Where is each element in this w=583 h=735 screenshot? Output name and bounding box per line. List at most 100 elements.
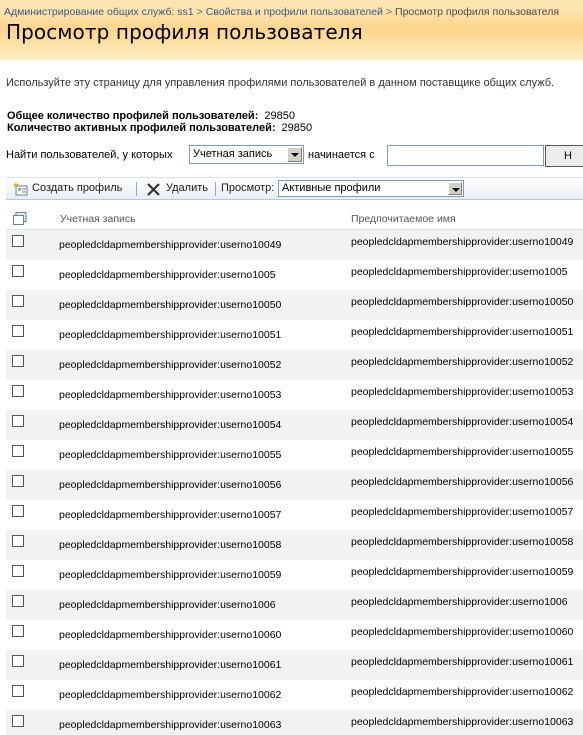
row-checkbox[interactable] bbox=[12, 655, 24, 667]
dropdown-arrow-icon[interactable] bbox=[448, 182, 462, 195]
preferred-name-cell: peopledcldapmembershipprovider:userno100… bbox=[351, 536, 574, 548]
account-cell[interactable]: peopledcldapmembershipprovider:userno100… bbox=[59, 659, 281, 671]
row-checkbox[interactable] bbox=[12, 385, 24, 397]
account-cell[interactable]: peopledcldapmembershipprovider:userno100… bbox=[59, 299, 281, 311]
preferred-name-cell: peopledcldapmembershipprovider:userno100… bbox=[351, 326, 574, 338]
row-checkbox[interactable] bbox=[12, 595, 24, 607]
row-checkbox[interactable] bbox=[12, 445, 24, 457]
table-row: peopledcldapmembershipprovider:userno100… bbox=[6, 560, 583, 590]
profiles-table: Учетная запись Предпочитаемое имя people… bbox=[6, 206, 583, 735]
table-row: peopledcldapmembershipprovider:userno100… bbox=[6, 320, 583, 350]
new-profile-icon[interactable] bbox=[13, 182, 29, 196]
search-input[interactable] bbox=[387, 145, 544, 166]
active-profiles-value: 29850 bbox=[281, 122, 313, 134]
toolbar-divider bbox=[215, 182, 216, 196]
account-cell[interactable]: peopledcldapmembershipprovider:userno100… bbox=[59, 509, 281, 521]
table-row: peopledcldapmembershipprovider:userno100… bbox=[6, 500, 583, 530]
row-checkbox[interactable] bbox=[12, 235, 24, 247]
view-label: Просмотр: bbox=[221, 182, 275, 194]
total-profiles-label: Общее количество профилей пользователей: bbox=[7, 110, 259, 122]
table-row: peopledcldapmembershipprovider:userno100… bbox=[6, 470, 583, 500]
toolbar-divider bbox=[136, 182, 137, 196]
preferred-name-cell: peopledcldapmembershipprovider:userno100… bbox=[351, 656, 574, 668]
table-row: peopledcldapmembershipprovider:userno100… bbox=[6, 440, 583, 470]
select-all-icon[interactable] bbox=[13, 212, 27, 225]
breadcrumb-separator: > bbox=[196, 6, 203, 18]
search-label: Найти пользователей, у которых bbox=[6, 149, 173, 161]
preferred-name-cell: peopledcldapmembershipprovider:userno100… bbox=[351, 236, 574, 248]
row-checkbox[interactable] bbox=[12, 415, 24, 427]
breadcrumb-current: Просмотр профиля пользователя bbox=[395, 6, 560, 18]
column-header-account[interactable]: Учетная запись bbox=[60, 213, 136, 225]
preferred-name-cell: peopledcldapmembershipprovider:userno100… bbox=[351, 596, 568, 608]
preferred-name-cell: peopledcldapmembershipprovider:userno100… bbox=[351, 686, 574, 698]
row-checkbox[interactable] bbox=[12, 265, 24, 277]
starts-with-label: начинается с bbox=[308, 149, 375, 161]
account-cell[interactable]: peopledcldapmembershipprovider:userno100… bbox=[59, 329, 281, 341]
account-cell[interactable]: peopledcldapmembershipprovider:userno100… bbox=[59, 629, 281, 641]
preferred-name-cell: peopledcldapmembershipprovider:userno100… bbox=[351, 716, 574, 728]
breadcrumb-separator: > bbox=[385, 6, 393, 18]
delete-button[interactable]: Удалить bbox=[166, 182, 208, 194]
account-cell[interactable]: peopledcldapmembershipprovider:userno100… bbox=[59, 269, 276, 281]
total-profiles-row: Общее количество профилей пользователей:… bbox=[7, 110, 312, 122]
row-checkbox[interactable] bbox=[12, 325, 24, 337]
row-checkbox[interactable] bbox=[12, 505, 24, 517]
column-header-preferred-name[interactable]: Предпочитаемое имя bbox=[351, 213, 456, 225]
account-cell[interactable]: peopledcldapmembershipprovider:userno100… bbox=[59, 539, 281, 551]
table-row: peopledcldapmembershipprovider:userno100… bbox=[6, 620, 583, 650]
breadcrumb: Администрирование общих служб: ss1 > Свойс… bbox=[4, 6, 559, 18]
account-cell[interactable]: peopledcldapmembershipprovider:userno100… bbox=[59, 599, 276, 611]
table-row: peopledcldapmembershipprovider:userno100… bbox=[6, 710, 583, 735]
row-checkbox[interactable] bbox=[12, 625, 24, 637]
page-description: Используйте эту страницу для управления … bbox=[6, 77, 555, 89]
row-checkbox[interactable] bbox=[12, 475, 24, 487]
account-cell[interactable]: peopledcldapmembershipprovider:userno100… bbox=[59, 389, 281, 401]
search-row: Найти пользователей, у которых Учетная з… bbox=[6, 145, 583, 167]
toolbar: Создать профиль Удалить Просмотр: Активн… bbox=[6, 177, 583, 200]
view-select[interactable]: Активные профили bbox=[278, 180, 464, 197]
table-row: peopledcldapmembershipprovider:userno100… bbox=[6, 410, 583, 440]
find-button[interactable]: Н bbox=[545, 145, 583, 167]
account-cell[interactable]: peopledcldapmembershipprovider:userno100… bbox=[59, 479, 281, 491]
breadcrumb-link-ssp-admin[interactable]: Администрирование общих служб: ss1 bbox=[4, 6, 194, 18]
table-body: peopledcldapmembershipprovider:userno100… bbox=[6, 230, 583, 735]
preferred-name-cell: peopledcldapmembershipprovider:userno100… bbox=[351, 626, 574, 638]
preferred-name-cell: peopledcldapmembershipprovider:userno100… bbox=[351, 566, 574, 578]
table-row: peopledcldapmembershipprovider:userno100… bbox=[6, 590, 583, 620]
create-profile-button[interactable]: Создать профиль bbox=[32, 182, 122, 194]
account-cell[interactable]: peopledcldapmembershipprovider:userno100… bbox=[59, 419, 281, 431]
profile-stats: Общее количество профилей пользователей:… bbox=[7, 110, 312, 134]
search-field-select[interactable]: Учетная запись bbox=[189, 145, 304, 164]
account-cell[interactable]: peopledcldapmembershipprovider:userno100… bbox=[59, 719, 281, 731]
table-row: peopledcldapmembershipprovider:userno100… bbox=[6, 230, 583, 260]
delete-x-icon[interactable] bbox=[147, 183, 160, 196]
row-checkbox[interactable] bbox=[12, 355, 24, 367]
account-cell[interactable]: peopledcldapmembershipprovider:userno100… bbox=[59, 359, 281, 371]
table-row: peopledcldapmembershipprovider:userno100… bbox=[6, 380, 583, 410]
row-checkbox[interactable] bbox=[12, 685, 24, 697]
preferred-name-cell: peopledcldapmembershipprovider:userno100… bbox=[351, 476, 574, 488]
row-checkbox[interactable] bbox=[12, 295, 24, 307]
preferred-name-cell: peopledcldapmembershipprovider:userno100… bbox=[351, 506, 574, 518]
table-row: peopledcldapmembershipprovider:userno100… bbox=[6, 350, 583, 380]
preferred-name-cell: peopledcldapmembershipprovider:userno100… bbox=[351, 416, 574, 428]
account-cell[interactable]: peopledcldapmembershipprovider:userno100… bbox=[59, 239, 281, 251]
page-title: Просмотр профиля пользователя bbox=[6, 20, 363, 44]
dropdown-arrow-icon[interactable] bbox=[287, 147, 302, 162]
table-header: Учетная запись Предпочитаемое имя bbox=[6, 206, 583, 230]
table-row: peopledcldapmembershipprovider:userno100… bbox=[6, 530, 583, 560]
row-checkbox[interactable] bbox=[12, 535, 24, 547]
active-profiles-row: Количество активных профилей пользовател… bbox=[7, 122, 312, 134]
row-checkbox[interactable] bbox=[12, 565, 24, 577]
table-row: peopledcldapmembershipprovider:userno100… bbox=[6, 260, 583, 290]
breadcrumb-link-user-profiles[interactable]: Свойства и профили пользователей bbox=[206, 6, 383, 18]
account-cell[interactable]: peopledcldapmembershipprovider:userno100… bbox=[59, 569, 281, 581]
account-cell[interactable]: peopledcldapmembershipprovider:userno100… bbox=[59, 689, 281, 701]
preferred-name-cell: peopledcldapmembershipprovider:userno100… bbox=[351, 386, 574, 398]
preferred-name-cell: peopledcldapmembershipprovider:userno100… bbox=[351, 266, 568, 278]
row-checkbox[interactable] bbox=[12, 715, 24, 727]
total-profiles-value: 29850 bbox=[264, 110, 295, 122]
view-select-value: Активные профили bbox=[282, 182, 381, 194]
account-cell[interactable]: peopledcldapmembershipprovider:userno100… bbox=[59, 449, 281, 461]
